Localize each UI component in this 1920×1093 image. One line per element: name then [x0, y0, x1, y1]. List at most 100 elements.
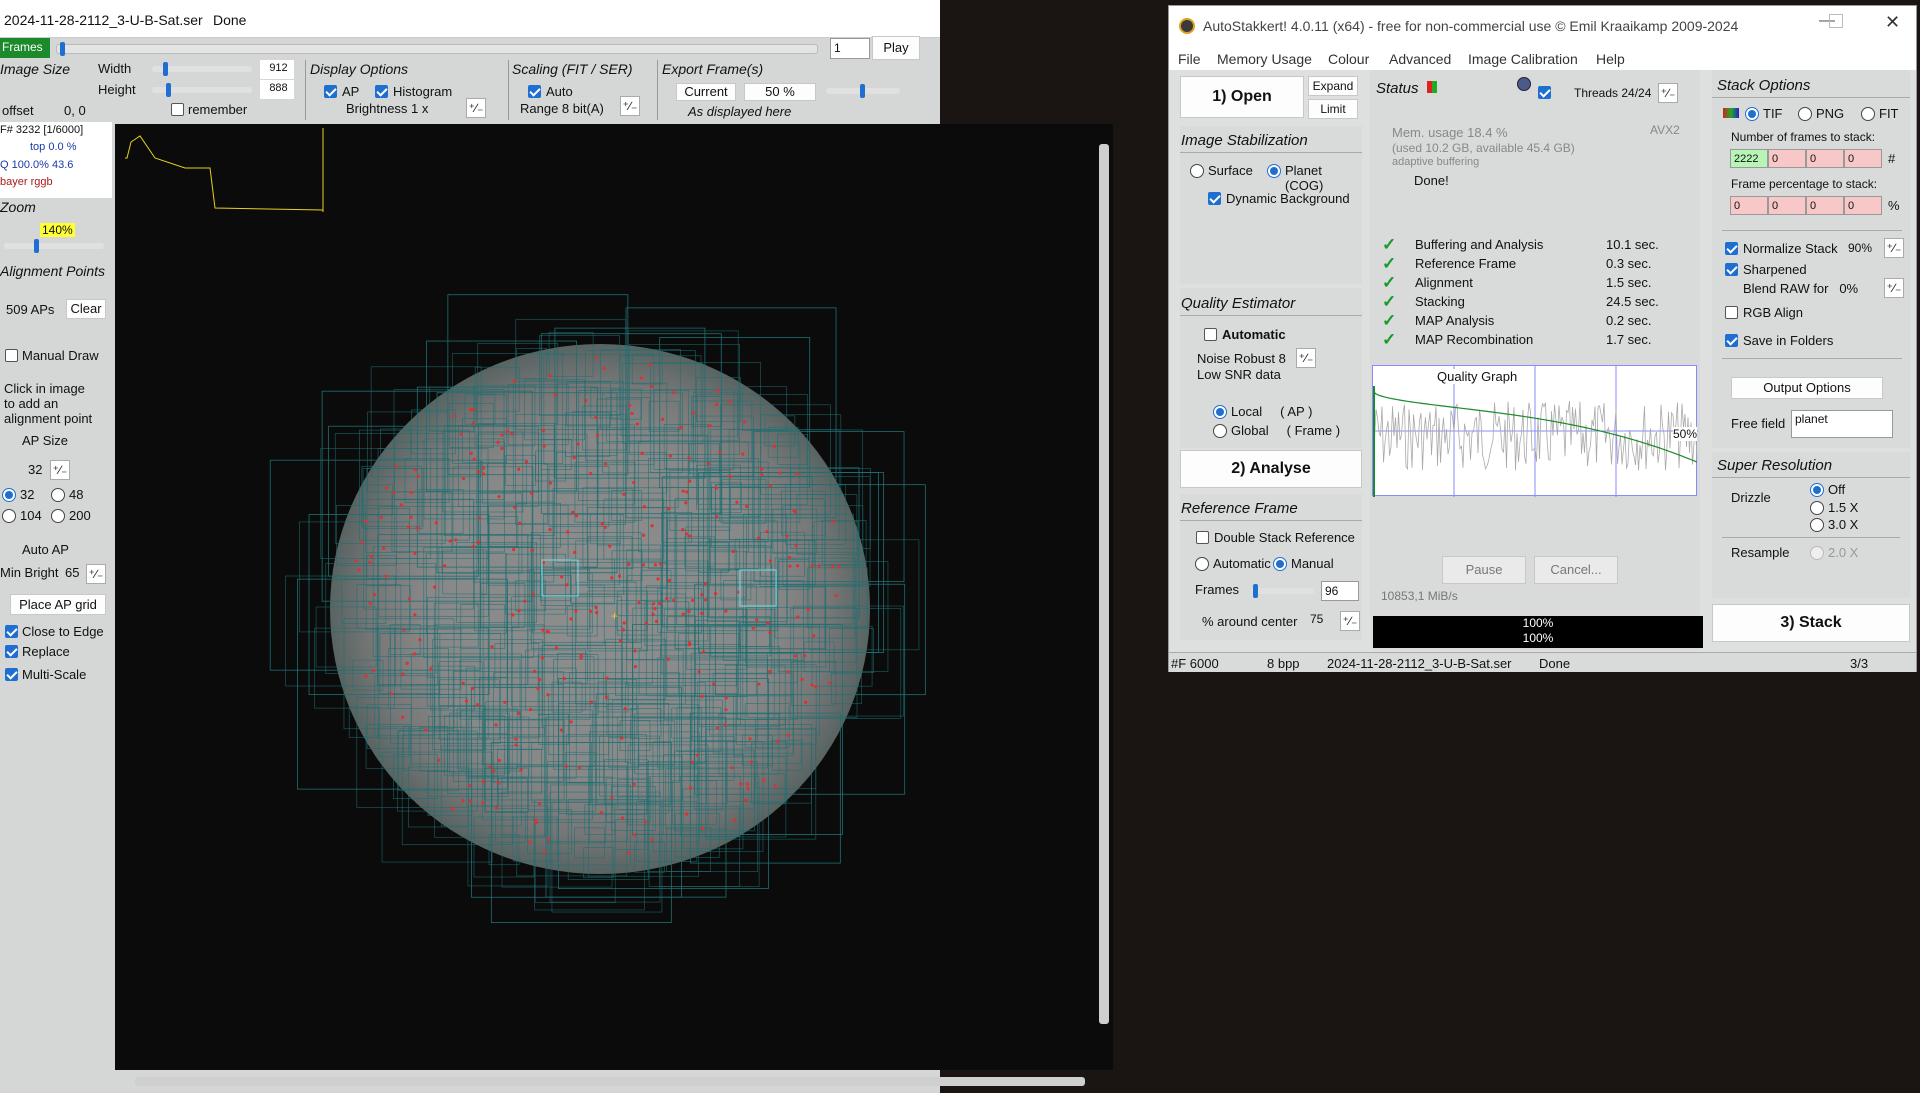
ref-manual-radio[interactable] — [1273, 557, 1287, 571]
frame-pct-1[interactable]: 0 — [1730, 196, 1768, 215]
frame-pct-4[interactable]: 0 — [1844, 196, 1882, 215]
threads-checkbox[interactable] — [1538, 86, 1551, 99]
alignment-point-dot — [650, 838, 654, 842]
output-options-button[interactable]: Output Options — [1731, 377, 1883, 399]
ap-checkbox[interactable] — [324, 85, 337, 98]
viewport-hscroll[interactable] — [135, 1077, 1085, 1086]
frame-pct-2[interactable]: 0 — [1768, 196, 1806, 215]
threads-adjust-icon[interactable]: ⁺∕₋ — [1658, 83, 1678, 103]
resample-20x-radio[interactable] — [1810, 546, 1824, 560]
planet-cog-radio[interactable] — [1267, 164, 1281, 178]
image-viewport[interactable]: + — [115, 124, 1113, 1070]
automatic-qe-checkbox[interactable] — [1204, 328, 1217, 341]
ref-automatic-radio[interactable] — [1195, 557, 1209, 571]
normalize-checkbox[interactable] — [1725, 242, 1738, 255]
ref-frames-knob[interactable] — [1253, 584, 1258, 598]
fit-radio[interactable] — [1861, 107, 1875, 121]
ref-frames-slider[interactable] — [1251, 588, 1315, 594]
remember-checkbox[interactable] — [171, 103, 184, 116]
frame-pct-3[interactable]: 0 — [1806, 196, 1844, 215]
menu-file[interactable]: File — [1178, 51, 1201, 67]
ap-size-104-radio[interactable] — [2, 509, 16, 523]
dynamic-background-checkbox[interactable] — [1208, 192, 1221, 205]
range-adjust-icon[interactable]: ⁺∕₋ — [620, 96, 640, 116]
export-percent-button[interactable]: 50 % — [744, 83, 816, 101]
menu-help[interactable]: Help — [1596, 51, 1625, 67]
width-knob[interactable] — [163, 62, 168, 76]
frame-input[interactable]: 1 — [830, 38, 870, 59]
zoom-slider[interactable] — [4, 243, 104, 249]
ref-frames-input[interactable]: 96 — [1321, 581, 1359, 601]
alignment-point-dot — [773, 784, 777, 788]
double-stack-checkbox[interactable] — [1196, 531, 1209, 544]
export-knob[interactable] — [860, 84, 865, 98]
drizzle-30x-radio[interactable] — [1810, 518, 1824, 532]
local-ap-radio[interactable] — [1213, 405, 1227, 419]
num-frames-1[interactable]: 2222 — [1730, 149, 1768, 168]
alignment-point-dot — [530, 491, 534, 495]
replace-checkbox[interactable] — [5, 645, 18, 658]
drizzle-15x-radio[interactable] — [1810, 501, 1824, 515]
limit-button[interactable]: Limit — [1308, 99, 1358, 119]
menu-memory-usage[interactable]: Memory Usage — [1217, 51, 1312, 67]
drizzle-off-radio[interactable] — [1810, 483, 1824, 497]
alignment-point-box — [314, 627, 395, 709]
histogram-label: Histogram — [393, 84, 453, 99]
png-radio[interactable] — [1798, 107, 1812, 121]
height-knob[interactable] — [166, 83, 171, 97]
ap-size-adjust-icon[interactable]: ⁺∕₋ — [50, 460, 70, 480]
sharpened-checkbox[interactable] — [1725, 263, 1738, 276]
quality-estimator-panel: Quality Estimator Automatic Noise Robust… — [1180, 288, 1362, 448]
brightness-adjust-icon[interactable]: ⁺∕₋ — [466, 98, 486, 118]
num-frames-4[interactable]: 0 — [1844, 149, 1882, 168]
ap-size-32-radio[interactable] — [2, 488, 16, 502]
min-bright-label: Min Bright — [0, 565, 59, 580]
auto-scaling-checkbox[interactable] — [528, 85, 541, 98]
play-button[interactable]: Play — [872, 36, 920, 60]
blend-raw-adjust-icon[interactable]: ⁺∕₋ — [1884, 278, 1904, 298]
zoom-knob[interactable] — [34, 239, 39, 253]
stack-button[interactable]: 3) Stack — [1712, 604, 1910, 642]
menu-colour[interactable]: Colour — [1328, 51, 1369, 67]
menu-image-calibration[interactable]: Image Calibration — [1468, 51, 1578, 67]
analyse-button[interactable]: 2) Analyse — [1180, 450, 1362, 488]
around-center-adjust-icon[interactable]: ⁺∕₋ — [1340, 611, 1360, 631]
viewport-vscroll[interactable] — [1099, 144, 1109, 1024]
clear-button[interactable]: Clear — [66, 299, 106, 319]
rgb-align-checkbox[interactable] — [1725, 306, 1738, 319]
noise-robust-adjust-icon[interactable]: ⁺∕₋ — [1296, 348, 1316, 368]
alignment-point-dot — [778, 471, 782, 475]
export-current-button[interactable]: Current — [676, 83, 736, 101]
save-in-folders-checkbox[interactable] — [1725, 334, 1738, 347]
alignment-point-dot — [594, 415, 598, 419]
close-icon[interactable]: ✕ — [1885, 12, 1900, 33]
alignment-point-dot — [595, 434, 599, 438]
tif-radio[interactable] — [1745, 107, 1759, 121]
multi-scale-checkbox[interactable] — [5, 668, 18, 681]
pause-button[interactable]: Pause — [1442, 556, 1526, 584]
free-field-input[interactable]: planet — [1791, 410, 1893, 438]
close-to-edge-checkbox[interactable] — [5, 625, 18, 638]
place-ap-grid-button[interactable]: Place AP grid — [10, 594, 106, 615]
num-frames-2[interactable]: 0 — [1768, 149, 1806, 168]
surface-radio[interactable] — [1190, 164, 1204, 178]
globe-icon[interactable] — [1517, 77, 1531, 91]
ap-size-48-radio[interactable] — [51, 488, 65, 502]
alignment-point-dot — [831, 520, 835, 524]
alignment-point-dot — [494, 806, 498, 810]
frame-slider[interactable] — [56, 44, 818, 54]
alignment-point-box — [739, 615, 771, 647]
open-button[interactable]: 1) Open — [1180, 76, 1304, 118]
menu-advanced[interactable]: Advanced — [1389, 51, 1451, 67]
histogram-checkbox[interactable] — [375, 85, 388, 98]
maximize-icon[interactable] — [1829, 14, 1843, 28]
expand-button[interactable]: Expand — [1308, 76, 1358, 96]
global-frame-radio[interactable] — [1213, 424, 1227, 438]
min-bright-adjust-icon[interactable]: ⁺∕₋ — [86, 564, 106, 584]
manual-draw-checkbox[interactable] — [5, 349, 18, 362]
num-frames-3[interactable]: 0 — [1806, 149, 1844, 168]
frame-slider-knob[interactable] — [60, 42, 65, 56]
normalize-adjust-icon[interactable]: ⁺∕₋ — [1884, 238, 1904, 258]
cancel-button[interactable]: Cancel... — [1534, 556, 1618, 584]
ap-size-200-radio[interactable] — [51, 509, 65, 523]
